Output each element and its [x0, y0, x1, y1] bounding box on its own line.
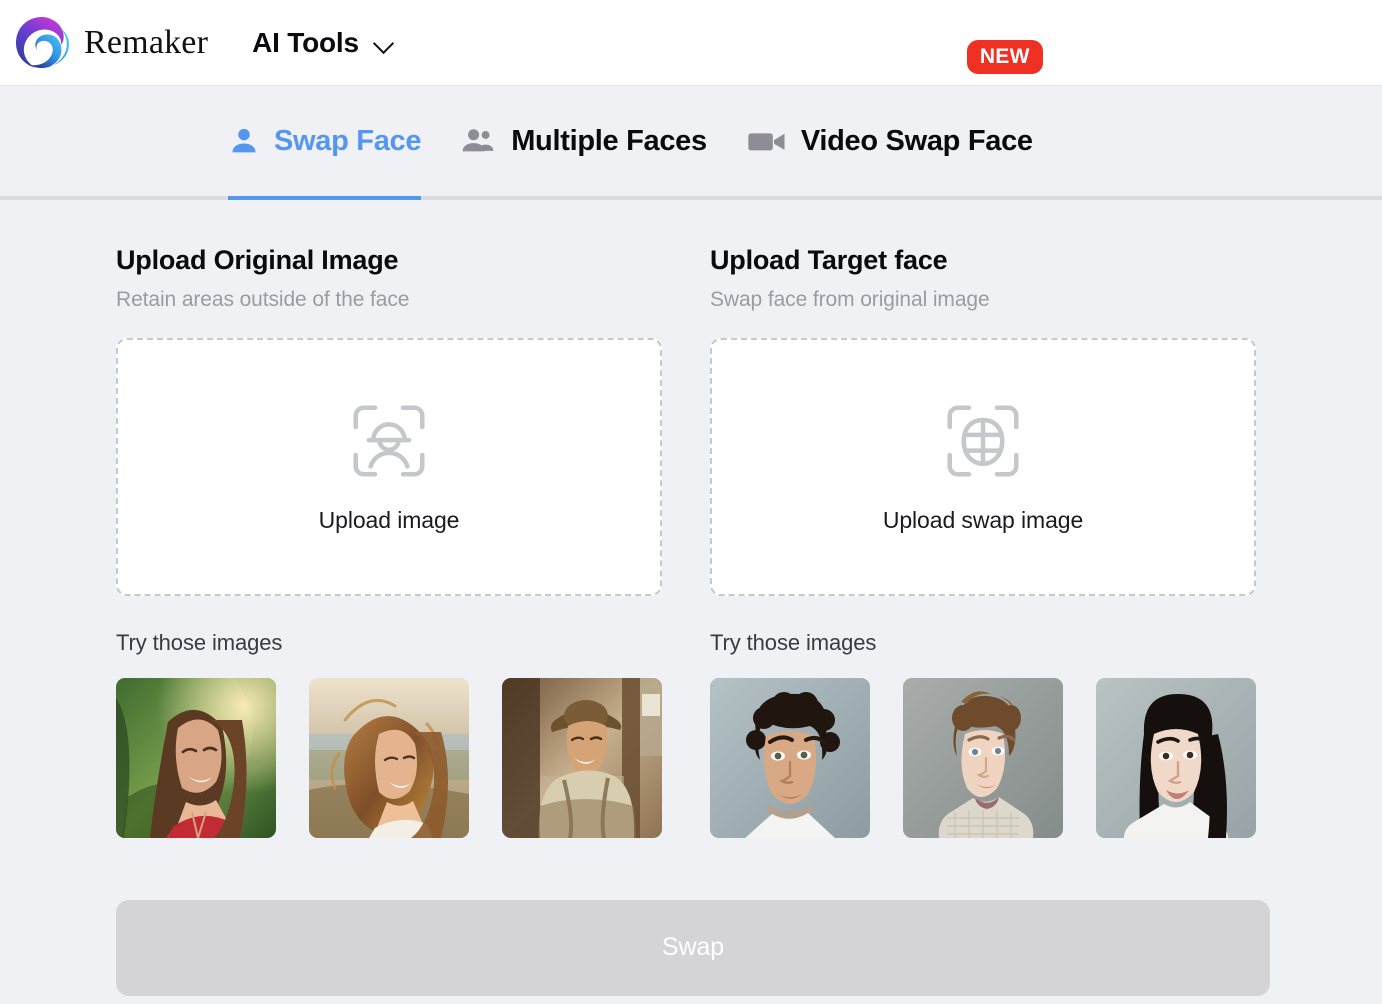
- sample-thumb-original-1[interactable]: [116, 677, 276, 838]
- dropzone-target-face[interactable]: Upload swap image: [710, 337, 1256, 596]
- main-content: Upload Original Image Retain areas outsi…: [0, 200, 1382, 996]
- tab-video-swap-face-label: Video Swap Face: [800, 124, 1033, 157]
- sample-thumb-target-2[interactable]: [903, 677, 1063, 838]
- swap-action-area: Swap: [116, 899, 1270, 996]
- swap-button[interactable]: Swap: [116, 899, 1270, 996]
- dropzone-original-label: Upload image: [318, 507, 460, 534]
- dropzone-target-label: Upload swap image: [882, 507, 1084, 534]
- face-mesh-scan-icon: [947, 405, 1019, 477]
- tab-swap-face-label: Swap Face: [274, 124, 422, 157]
- new-badge: NEW: [966, 40, 1043, 74]
- tab-swap-face[interactable]: Swap Face: [228, 86, 422, 200]
- upload-columns: Upload Original Image Retain areas outsi…: [116, 244, 1270, 838]
- face-scan-icon: [353, 405, 425, 477]
- nav-ai-tools[interactable]: AI Tools: [252, 27, 395, 59]
- sample-thumbs-original: [116, 677, 662, 838]
- try-images-label-target: Try those images: [710, 629, 877, 655]
- video-camera-icon: [748, 133, 785, 151]
- tab-multiple-faces-label: Multiple Faces: [511, 124, 707, 157]
- tab-bar: Swap Face Multiple Faces Video Swap Face…: [0, 40, 1382, 200]
- panel-target-title: Upload Target face: [710, 245, 948, 275]
- sample-thumb-original-2[interactable]: [309, 677, 469, 838]
- panel-target-face: Upload Target face Swap face from origin…: [710, 244, 1256, 838]
- panel-target-subtitle: Swap face from original image: [710, 288, 990, 312]
- single-person-icon: [232, 128, 256, 153]
- chevron-down-icon: [373, 36, 395, 49]
- sample-thumb-target-1[interactable]: [710, 677, 870, 838]
- brand-logo-link[interactable]: Remaker: [14, 14, 209, 71]
- app-header: Remaker AI Tools: [0, 0, 1382, 86]
- panel-original-subtitle: Retain areas outside of the face: [116, 288, 410, 312]
- panel-original-title: Upload Original Image: [116, 245, 399, 275]
- sample-thumb-target-3[interactable]: [1096, 677, 1256, 838]
- remaker-swirl-logo-icon: [14, 14, 70, 71]
- brand-name: Remaker: [84, 23, 209, 61]
- sample-thumbs-target: [710, 677, 1256, 838]
- sample-thumb-original-3[interactable]: [502, 677, 662, 838]
- nav-ai-tools-label: AI Tools: [252, 26, 359, 58]
- try-images-label-original: Try those images: [116, 629, 283, 655]
- tab-multiple-faces[interactable]: Multiple Faces: [461, 86, 707, 200]
- two-people-icon: [462, 129, 494, 152]
- dropzone-original-image[interactable]: Upload image: [116, 337, 662, 596]
- tab-active-underline: [228, 196, 422, 200]
- panel-original-image: Upload Original Image Retain areas outsi…: [116, 244, 662, 838]
- tab-video-swap-face[interactable]: Video Swap Face NEW: [747, 40, 1043, 200]
